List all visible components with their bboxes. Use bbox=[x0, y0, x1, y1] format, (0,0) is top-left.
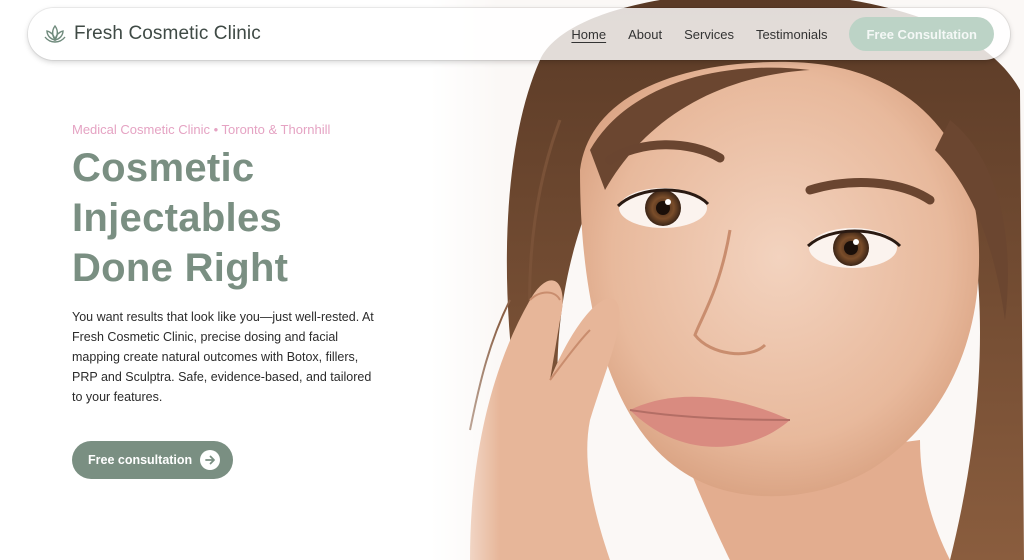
hero-cta-label: Free consultation bbox=[88, 453, 193, 467]
arrow-right-icon bbox=[200, 450, 220, 470]
lotus-icon bbox=[44, 24, 66, 43]
hero-headline: Cosmetic Injectables Done Right bbox=[72, 143, 392, 293]
nav-link-services[interactable]: Services bbox=[684, 27, 734, 42]
brand-name: Fresh Cosmetic Clinic bbox=[74, 23, 261, 44]
hero-eyebrow: Medical Cosmetic Clinic • Toronto & Thor… bbox=[72, 122, 331, 137]
hero-portrait-image bbox=[430, 0, 1024, 560]
nav-link-about[interactable]: About bbox=[628, 27, 662, 42]
hero-headline-line-1: Cosmetic bbox=[72, 146, 255, 190]
hero-body-text: You want results that look like you—just… bbox=[72, 310, 374, 404]
nav-link-testimonials[interactable]: Testimonials bbox=[756, 27, 828, 42]
top-navbar: Fresh Cosmetic Clinic Home About Service… bbox=[28, 8, 1010, 60]
hero-section: Medical Cosmetic Clinic • Toronto & Thor… bbox=[72, 122, 392, 479]
nav-links: Home About Services Testimonials bbox=[571, 27, 827, 42]
nav-link-home[interactable]: Home bbox=[571, 27, 606, 42]
brand-logo-link[interactable]: Fresh Cosmetic Clinic bbox=[42, 23, 261, 45]
hero-headline-line-3: Done Right bbox=[72, 246, 289, 290]
free-consultation-nav-button[interactable]: Free Consultation bbox=[849, 17, 994, 51]
free-consultation-hero-button[interactable]: Free consultation bbox=[72, 441, 233, 479]
hero-headline-line-2: Injectables bbox=[72, 196, 283, 240]
